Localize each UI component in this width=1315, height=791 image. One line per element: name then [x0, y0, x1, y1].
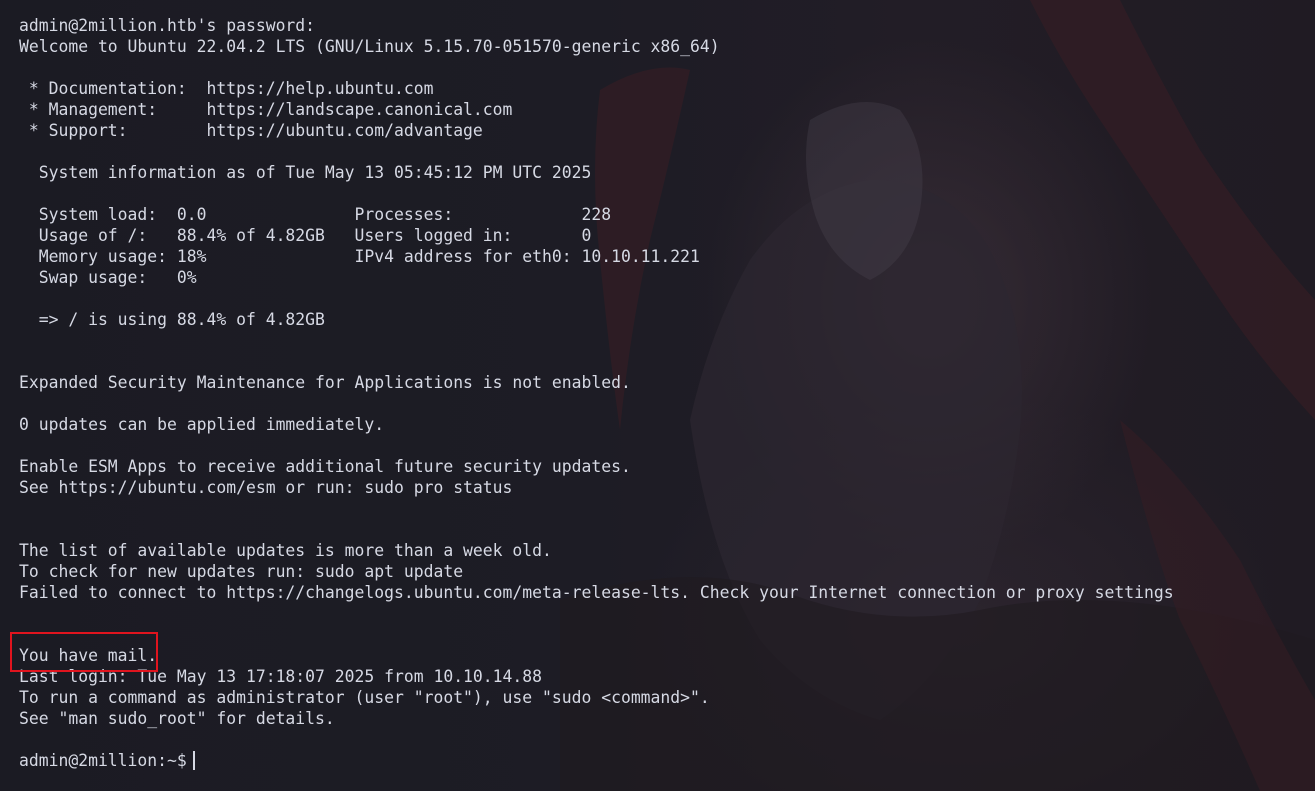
terminal-line: Usage of /: 88.4% of 4.82GB Users logged…: [19, 226, 592, 245]
terminal-window[interactable]: admin@2million.htb's password: Welcome to…: [0, 0, 1315, 791]
terminal-line: * Management: https://landscape.canonica…: [19, 100, 513, 119]
terminal-line: Welcome to Ubuntu 22.04.2 LTS (GNU/Linux…: [19, 37, 720, 56]
terminal-line: * Documentation: https://help.ubuntu.com: [19, 79, 434, 98]
terminal-line: 0 updates can be applied immediately.: [19, 415, 385, 434]
mail-notice: You have mail.: [19, 646, 158, 665]
terminal-line: Failed to connect to https://changelogs.…: [19, 583, 1174, 602]
terminal-line: System information as of Tue May 13 05:4…: [19, 163, 592, 182]
terminal-line: admin@2million.htb's password:: [19, 16, 316, 35]
terminal-line: * Support: https://ubuntu.com/advantage: [19, 121, 483, 140]
terminal-line: => / is using 88.4% of 4.82GB: [19, 310, 325, 329]
terminal-line: See https://ubuntu.com/esm or run: sudo …: [19, 478, 513, 497]
terminal-line: To check for new updates run: sudo apt u…: [19, 562, 464, 581]
terminal-line: Enable ESM Apps to receive additional fu…: [19, 457, 631, 476]
terminal-line: To run a command as administrator (user …: [19, 688, 710, 707]
terminal-output: admin@2million.htb's password: Welcome to…: [19, 15, 1174, 771]
mail-highlight-box: [10, 632, 158, 672]
command-prompt-line[interactable]: admin@2million:~$: [19, 750, 1174, 771]
terminal-line: Last login: Tue May 13 17:18:07 2025 fro…: [19, 667, 543, 686]
terminal-line: System load: 0.0 Processes: 228: [19, 205, 612, 224]
text-cursor: [192, 751, 195, 770]
shell-prompt: admin@2million:~$: [19, 751, 187, 770]
terminal-line: Memory usage: 18% IPv4 address for eth0:…: [19, 247, 700, 266]
terminal-line: Expanded Security Maintenance for Applic…: [19, 373, 631, 392]
terminal-line: Swap usage: 0%: [19, 268, 197, 287]
terminal-line: The list of available updates is more th…: [19, 541, 552, 560]
terminal-line: See "man sudo_root" for details.: [19, 709, 335, 728]
